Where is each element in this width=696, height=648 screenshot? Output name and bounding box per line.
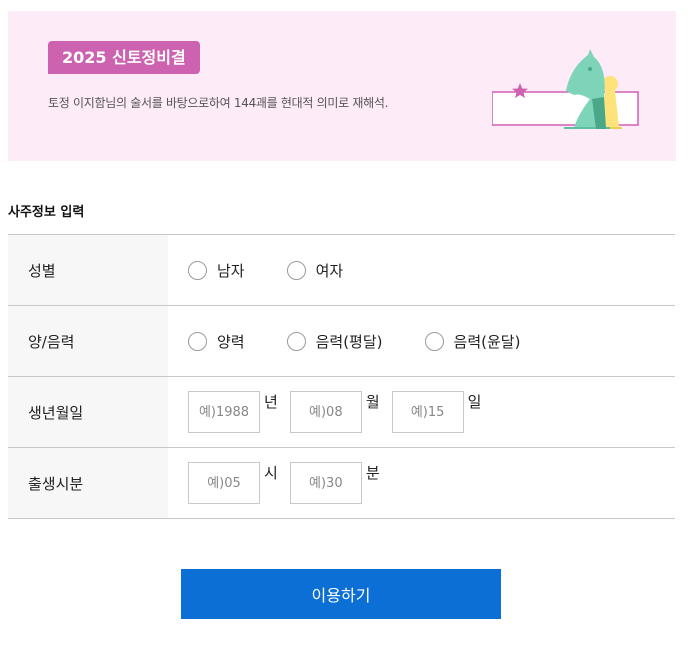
row-birthdate: 생년월일 년 월 일 [8, 377, 675, 448]
radio-label: 여자 [315, 261, 344, 280]
radio-label: 음력(윤달) [453, 332, 521, 351]
submit-button[interactable]: 이용하기 [181, 569, 501, 619]
radio-circle[interactable] [286, 260, 306, 280]
hour-unit: 시 [264, 464, 278, 482]
radio-lunar-normal[interactable]: 음력(평달) [286, 331, 383, 352]
banner-description: 토정 이지함님의 술서를 바탕으로하여 144괘를 현대적 의미로 재해석. [48, 96, 389, 110]
birth-day-input[interactable] [391, 391, 464, 433]
row-birthtime: 출생시분 시 분 [8, 448, 675, 519]
radio-circle[interactable] [286, 331, 306, 351]
radio-label: 남자 [217, 261, 245, 280]
row-label-calendar: 양/음력 [8, 306, 168, 376]
section-title: 사주정보 입력 [8, 205, 85, 220]
banner-badge: 2025 신토정비결 [48, 41, 200, 74]
row-label-birthtime: 출생시분 [8, 448, 168, 518]
radio-male[interactable]: 남자 [188, 260, 245, 281]
row-label-birthdate: 생년월일 [8, 377, 168, 447]
row-label-gender: 성별 [8, 235, 168, 305]
radio-circle[interactable] [188, 260, 207, 280]
row-gender: 성별 남자 여자 [8, 235, 675, 306]
birth-year-input[interactable] [188, 391, 260, 433]
row-calendar: 양/음력 양력 음력(평달) 음력(윤달) [8, 306, 675, 377]
radio-circle[interactable] [188, 331, 207, 351]
saju-form: 성별 남자 여자 양/음력 양력 음력(평달) 음력(윤달) 생년월일 예)19… [8, 234, 675, 519]
minute-unit: 분 [365, 464, 380, 482]
banner-illustration [492, 49, 639, 129]
radio-solar[interactable]: 양력 [188, 331, 245, 352]
year-unit: 년 [264, 393, 278, 411]
promo-banner: 2025 신토정비결 토정 이지함님의 술서를 바탕으로하여 144괘를 현대적… [8, 11, 676, 161]
birth-minute-input[interactable] [289, 462, 362, 504]
radio-lunar-leap[interactable]: 음력(윤달) [424, 331, 521, 352]
day-unit: 일 [467, 393, 482, 411]
radio-circle[interactable] [424, 331, 444, 351]
birth-hour-input[interactable] [188, 462, 260, 504]
month-unit: 월 [365, 393, 380, 411]
radio-female[interactable]: 여자 [286, 260, 344, 281]
radio-label: 음력(평달) [315, 332, 383, 351]
radio-label: 양력 [217, 332, 245, 351]
birth-month-input[interactable] [289, 391, 362, 433]
